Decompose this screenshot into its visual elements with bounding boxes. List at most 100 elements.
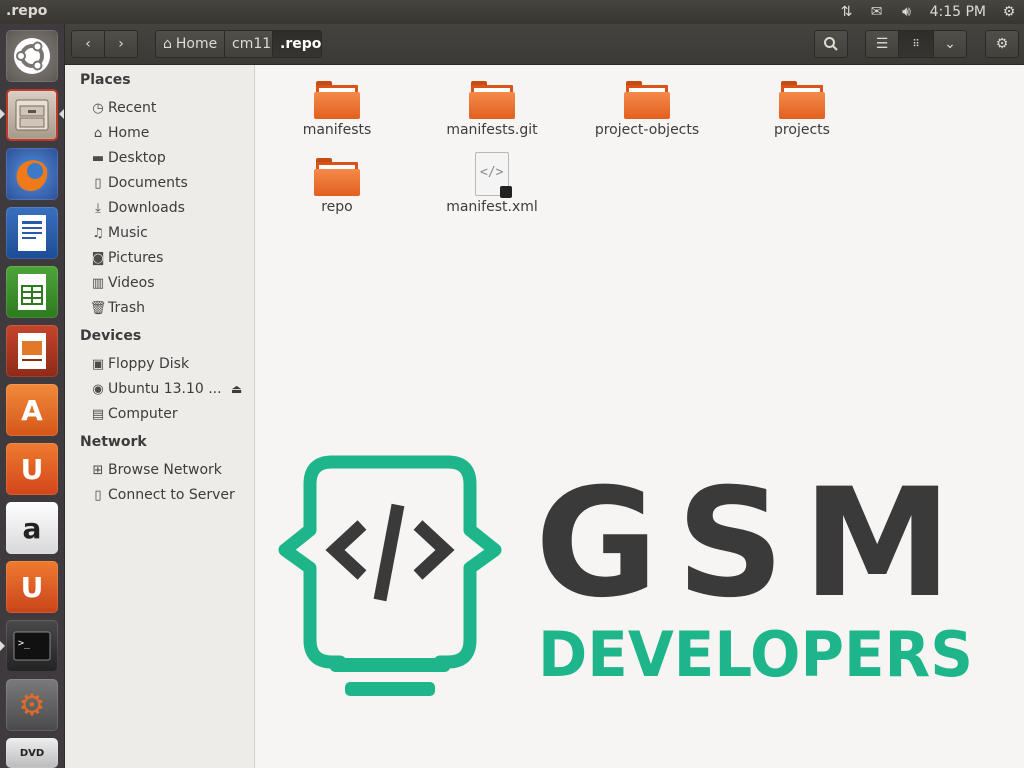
sidebar-item-connect-server[interactable]: ▯ Connect to Server [88, 484, 253, 506]
sidebar: Places ◷ Recent ⌂ Home ▬ Desktop ▯ Documents… [65, 65, 255, 768]
home-icon: ⌂ [93, 125, 103, 141]
list-view-icon: ☰ [875, 36, 889, 52]
launcher: A U a U >_ ⚙ DVD [0, 24, 65, 768]
running-indicator [0, 641, 5, 651]
firefox-launcher[interactable] [6, 148, 58, 200]
firefox-icon [15, 157, 49, 191]
grid-view-icon: ⠿ [912, 38, 920, 50]
active-indicator [59, 109, 64, 119]
back-button[interactable]: ‹ [71, 30, 105, 58]
speaker-icon[interactable]: 🔊︎ [892, 0, 922, 24]
headphones-icon: U [20, 570, 44, 604]
sidebar-item-computer[interactable]: ▤ Computer [88, 403, 253, 425]
amazon-icon: a [22, 511, 42, 545]
sidebar-item-label: Videos [108, 275, 155, 291]
ubuntu-one-icon: U [20, 452, 44, 486]
sidebar-item-browse-network[interactable]: ⊞ Browse Network [88, 459, 253, 481]
menu-button[interactable]: ⚙ [985, 30, 1019, 58]
clock-icon: ◷ [92, 100, 104, 116]
file-item[interactable]: project-objects [572, 81, 722, 138]
trash-icon: 🗑︎ [89, 300, 107, 316]
xml-file-icon: </> [475, 152, 512, 198]
toolbar: ‹ › ⌂ Home cm11 .repo ☰ ⠿ ⌄ ⚙ [65, 24, 1024, 65]
sidebar-item-floppy[interactable]: ▣ Floppy Disk [88, 353, 253, 375]
sidebar-item-label: Trash [108, 300, 145, 316]
server-icon: ▯ [94, 487, 102, 503]
breadcrumb-home[interactable]: ⌂ Home [155, 30, 225, 58]
view-options-button[interactable]: ⌄ [933, 30, 967, 58]
gsm-developers-logo: GSM DEVELOPERS [278, 455, 973, 696]
file-item[interactable]: repo [262, 158, 412, 215]
chevron-right-icon: › [118, 36, 124, 52]
terminal-launcher[interactable]: >_ [6, 620, 58, 672]
sidebar-item-ubuntu-disc[interactable]: ◉ Ubuntu 13.10 ... [88, 378, 253, 400]
music-icon: ♫ [92, 225, 104, 241]
running-indicator [0, 109, 5, 119]
amazon-launcher[interactable]: a [6, 502, 58, 554]
sidebar-item-label: Home [108, 125, 150, 141]
envelope-icon[interactable]: ✉ [862, 0, 892, 24]
folder-icon [314, 158, 360, 196]
folder-icon [469, 81, 515, 119]
folder-icon [624, 81, 670, 119]
download-icon: ⤓ [95, 200, 101, 216]
sidebar-item-documents[interactable]: ▯ Documents [88, 172, 253, 194]
breadcrumb-cm11[interactable]: cm11 [224, 30, 273, 58]
terminal-icon: >_ [13, 631, 51, 661]
camera-icon: ◙ [91, 250, 105, 266]
calc-launcher[interactable] [6, 266, 58, 318]
optical-disc-icon: ◉ [92, 381, 104, 397]
file-item[interactable]: </> manifest.xml [417, 152, 567, 215]
chevron-down-icon: ⌄ [944, 36, 956, 52]
sidebar-item-label: Pictures [108, 250, 164, 266]
file-item[interactable]: manifests [262, 81, 412, 138]
search-button[interactable] [814, 30, 848, 58]
breadcrumb-repo-label: .repo [280, 36, 322, 52]
sidebar-item-label: Recent [108, 100, 157, 116]
impress-presentation-icon [18, 333, 46, 369]
eject-icon[interactable]: ⏏ [231, 382, 242, 396]
file-item[interactable]: projects [727, 81, 877, 138]
sidebar-item-pictures[interactable]: ◙ Pictures [88, 247, 253, 269]
network-icon: ⊞ [92, 462, 104, 478]
ubuntu-one-launcher[interactable]: U [6, 443, 58, 495]
grid-view-button[interactable]: ⠿ [898, 30, 934, 58]
gear-icon: ⚙ [995, 36, 1009, 52]
dvd-launcher[interactable]: DVD [6, 738, 58, 768]
sidebar-item-desktop[interactable]: ▬ Desktop [88, 147, 253, 169]
breadcrumb-home-label: Home [175, 36, 218, 52]
files-launcher[interactable] [6, 89, 58, 141]
ubuntu-logo-icon [14, 38, 50, 74]
computer-icon: ▤ [91, 406, 105, 422]
sidebar-item-videos[interactable]: ▥ Videos [88, 272, 253, 294]
forward-button[interactable]: › [104, 30, 138, 58]
sidebar-item-label: Ubuntu 13.10 ... [108, 381, 222, 397]
music-store-launcher[interactable]: U [6, 561, 58, 613]
sidebar-item-trash[interactable]: 🗑︎ Trash [88, 297, 253, 319]
sidebar-item-recent[interactable]: ◷ Recent [88, 97, 253, 119]
sidebar-item-label: Downloads [108, 200, 185, 216]
network-header: Network [80, 434, 147, 450]
film-icon: ▥ [91, 275, 105, 291]
impress-launcher[interactable] [6, 325, 58, 377]
top-panel: .repo ⇅ ✉ 🔊︎ 4:15 PM ⚙ [0, 0, 1024, 24]
sidebar-item-music[interactable]: ♫ Music [88, 222, 253, 244]
settings-launcher[interactable]: ⚙ [6, 679, 58, 731]
sidebar-item-label: Floppy Disk [108, 356, 190, 372]
sidebar-item-downloads[interactable]: ⤓ Downloads [88, 197, 253, 219]
dvd-icon: DVD [19, 747, 45, 759]
writer-launcher[interactable] [6, 207, 58, 259]
folder-icon [779, 81, 825, 119]
power-gear-icon[interactable]: ⚙ [994, 0, 1024, 24]
network-updown-icon[interactable]: ⇅ [832, 0, 862, 24]
document-icon: ▯ [94, 175, 102, 191]
list-view-button[interactable]: ☰ [865, 30, 899, 58]
file-item[interactable]: manifests.git [417, 81, 567, 138]
clock[interactable]: 4:15 PM [922, 0, 994, 24]
breadcrumb-repo[interactable]: .repo [272, 30, 322, 58]
dash-button[interactable] [6, 30, 58, 82]
floppy-icon: ▣ [91, 356, 105, 372]
sidebar-item-home[interactable]: ⌂ Home [88, 122, 253, 144]
file-cabinet-icon [15, 99, 49, 131]
software-center-launcher[interactable]: A [6, 384, 58, 436]
